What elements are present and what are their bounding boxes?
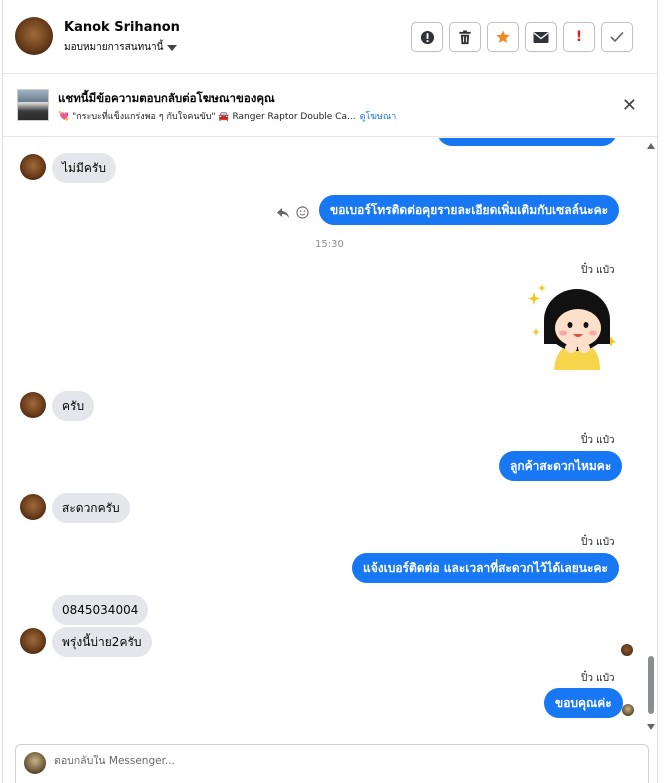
- message-bubble-partial: [437, 138, 617, 146]
- view-ad-link[interactable]: ดูโฆษณา: [360, 109, 397, 123]
- delete-button[interactable]: [449, 22, 481, 52]
- message-bubble-incoming[interactable]: ครับ: [52, 391, 95, 421]
- conversation-panel: Kanok Srihanon มอบหมายการสนทนานี้ ! แชทน…: [2, 0, 658, 783]
- mark-done-button[interactable]: [601, 22, 633, 52]
- ad-reply-banner: แชทนี้มีข้อความตอบกลับต่อโฆษณาของคุณ 💘 "…: [3, 75, 657, 137]
- contact-avatar-small: [20, 392, 46, 418]
- message-thread: ไม่มีครับ ขอเบอร์โทรติดต่อคุยรายละเอียดเ…: [3, 138, 657, 738]
- contact-avatar-small: [20, 628, 46, 654]
- contact-avatar-small: [20, 154, 46, 180]
- alert-circle-icon: [420, 30, 434, 44]
- message-bubble-outgoing[interactable]: ขอเบอร์โทรติดต่อคุยรายละเอียดเพิ่มเติมกั…: [319, 195, 620, 225]
- sender-name: ปิ๋ว แป๋ว: [581, 435, 615, 446]
- star-icon: [496, 30, 510, 43]
- ad-banner-subtitle: 💘 "กระบะที่แข็งแกร่งพอ ๆ กับใจคนขับ" 🚘 R…: [58, 109, 396, 123]
- seen-receipt-avatar: [622, 704, 634, 716]
- trash-icon: [459, 29, 471, 44]
- message-bubble-incoming[interactable]: สะดวกครับ: [52, 493, 130, 523]
- scrollbar-thumb[interactable]: [648, 656, 654, 714]
- sender-name: ปิ๋ว แป๋ว: [581, 673, 615, 684]
- message-bubble-outgoing[interactable]: แจ้งเบอร์ติดต่อ และเวลาที่สะดวกไว้ได้เลย…: [352, 553, 619, 583]
- reply-icon[interactable]: [277, 207, 289, 222]
- exclamation-icon: !: [575, 29, 583, 45]
- smiley-icon: [296, 206, 309, 219]
- header-actions: !: [411, 22, 633, 52]
- sticker-image: [528, 284, 616, 370]
- message-timestamp: 15:30: [315, 239, 344, 250]
- alert-button[interactable]: [411, 22, 443, 52]
- message-bubble-outgoing[interactable]: ขอบคุณค่ะ: [544, 688, 623, 718]
- page-avatar: [24, 752, 46, 774]
- star-button[interactable]: [487, 22, 519, 52]
- message-bubble-incoming[interactable]: พรุ่งนี้บ่าย2ครับ: [52, 627, 152, 657]
- mark-unread-button[interactable]: [525, 22, 557, 52]
- envelope-icon: [533, 31, 549, 43]
- message-bubble-incoming[interactable]: 0845034004: [52, 595, 149, 625]
- sender-name: ปิ๋ว แป๋ว: [581, 265, 615, 276]
- checkmark-icon: [610, 31, 624, 43]
- close-icon[interactable]: ✕: [622, 97, 637, 115]
- reply-input[interactable]: [54, 755, 614, 767]
- contact-name[interactable]: Kanok Srihanon: [64, 20, 180, 35]
- message-bubble-incoming[interactable]: ไม่มีครับ: [52, 153, 116, 183]
- ad-banner-title: แชทนี้มีข้อความตอบกลับต่อโฆษณาของคุณ: [58, 91, 275, 105]
- assign-conversation-dropdown[interactable]: มอบหมายการสนทนานี้: [64, 40, 178, 55]
- conversation-header: Kanok Srihanon มอบหมายการสนทนานี้ !: [3, 0, 657, 74]
- caret-down-icon: [167, 44, 178, 51]
- ad-description: 💘 "กระบะที่แข็งแกร่งพอ ๆ กับใจคนขับ" 🚘 R…: [58, 112, 356, 122]
- contact-avatar-small: [20, 494, 46, 520]
- ad-thumbnail: [17, 89, 49, 121]
- mark-spam-button[interactable]: !: [563, 22, 595, 52]
- react-icon[interactable]: [296, 206, 309, 223]
- scroll-up-arrow-icon[interactable]: [647, 143, 655, 149]
- contact-avatar[interactable]: [15, 17, 53, 55]
- message-bubble-outgoing[interactable]: ลูกค้าสะดวกไหมคะ: [499, 451, 623, 481]
- seen-receipt-avatar: [621, 644, 633, 656]
- scroll-down-arrow-icon[interactable]: [647, 724, 655, 730]
- sender-name: ปิ๋ว แป๋ว: [581, 537, 615, 548]
- reply-arrow-icon: [277, 208, 289, 218]
- reply-composer: [15, 744, 649, 783]
- assign-label: มอบหมายการสนทนานี้: [64, 42, 164, 53]
